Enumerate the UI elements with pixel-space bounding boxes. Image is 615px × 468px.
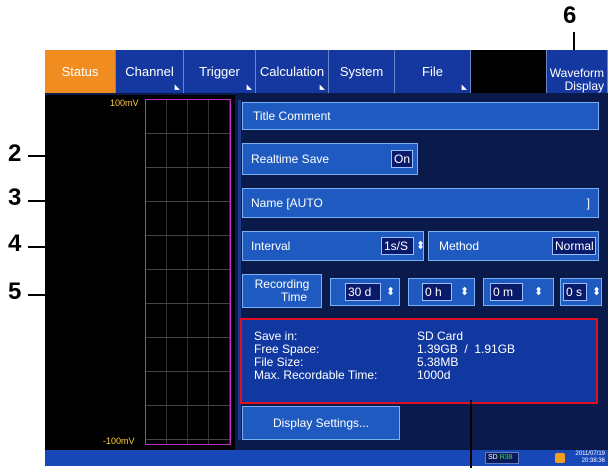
tab-waveform-display-line2: Display (564, 79, 604, 93)
tab-system[interactable]: System (329, 50, 395, 93)
tab-status-label: Status (61, 64, 99, 79)
interval-dropdown-icon[interactable]: ⬍ (416, 239, 425, 252)
recording-hours-spinner-icon[interactable]: ⬍ (460, 285, 469, 298)
realtime-save-label: Realtime Save (251, 152, 330, 166)
tab-bar: Status Channel ◣ Trigger ◣ Calculation ◣ Sy… (45, 50, 608, 93)
submenu-marker-icon: ◣ (246, 84, 252, 91)
status-bar: SD R38 2011/07/19 20:38:36 (45, 450, 608, 466)
submenu-marker-icon: ◣ (174, 84, 180, 91)
sd-label: SD (488, 454, 498, 461)
clock: 2011/07/19 20:38:36 (569, 451, 605, 465)
recording-days-spinner-icon[interactable]: ⬍ (386, 285, 395, 298)
tab-channel-label: Channel (125, 64, 174, 79)
tab-system-label: System (339, 64, 384, 79)
tab-waveform-display[interactable]: Waveform Display (547, 50, 608, 93)
sd-percent: R38 (499, 454, 513, 461)
callout-6: 6 (563, 2, 577, 29)
realtime-save-value[interactable]: On (391, 150, 413, 168)
tab-channel[interactable]: Channel ◣ (116, 50, 184, 93)
waveform-top-label: 100mV (110, 98, 139, 108)
waveform-area: 100mV -100mV (45, 95, 235, 450)
recording-seconds-spinner-icon[interactable]: ⬍ (592, 285, 601, 298)
submenu-marker-icon: ◣ (319, 84, 325, 91)
recording-minutes-value[interactable]: 0 m (490, 283, 523, 301)
interval-label: Interval (251, 239, 291, 253)
instrument-screen: Status Channel ◣ Trigger ◣ Calculation ◣ Sy… (45, 50, 608, 466)
recording-hours-value[interactable]: 0 h (422, 283, 452, 301)
recording-minutes-spinner-icon[interactable]: ⬍ (534, 285, 543, 298)
tab-file[interactable]: File ◣ (395, 50, 471, 93)
title-comment-button[interactable]: Title Comment (242, 102, 599, 130)
tab-trigger[interactable]: Trigger ◣ (184, 50, 256, 93)
display-settings-button[interactable]: Display Settings... (242, 406, 400, 440)
interval-value[interactable]: 1s/S (381, 237, 414, 255)
name-button[interactable]: Name [AUTO ] (242, 188, 599, 218)
method-label: Method (439, 239, 480, 253)
recording-days-value[interactable]: 30 d (345, 283, 381, 301)
tab-status[interactable]: Status (45, 50, 116, 93)
info-box-leader-line (470, 400, 472, 468)
tab-calculation-label: Calculation (259, 64, 325, 79)
sd-card-indicator: SD R38 (485, 452, 519, 464)
title-comment-label: Title Comment (253, 109, 331, 123)
tab-calculation[interactable]: Calculation ◣ (256, 50, 329, 93)
name-label: Name [AUTO (251, 196, 323, 210)
callout-2: 2 (8, 140, 22, 167)
clock-date: 2011/07/19 (575, 451, 605, 457)
max-recordable-time-label: Max. Recordable Time: (254, 368, 378, 382)
recording-time-button[interactable]: Recording Time (242, 274, 322, 308)
recording-time-label-line2: Time (280, 290, 308, 304)
tab-file-label: File (422, 64, 443, 79)
tab-trigger-label: Trigger (199, 64, 240, 79)
tab-blank (471, 50, 547, 93)
name-end-bracket: ] (586, 196, 590, 210)
save-info-box: Save in: SD Card Free Space: 1.39GB / 1.… (240, 318, 598, 404)
waveform-bottom-label: -100mV (103, 436, 135, 446)
submenu-marker-icon: ◣ (461, 84, 467, 91)
recording-seconds-value[interactable]: 0 s (563, 283, 587, 301)
method-value[interactable]: Normal (552, 237, 596, 255)
callout-5: 5 (8, 278, 22, 305)
clock-time: 20:38:36 (581, 458, 605, 464)
waveform-plot (145, 99, 231, 445)
max-recordable-time-value: 1000d (417, 368, 451, 382)
callout-4: 4 (8, 230, 22, 257)
display-settings-label: Display Settings... (272, 416, 370, 430)
callout-3: 3 (8, 184, 22, 211)
power-plug-icon (555, 453, 565, 463)
